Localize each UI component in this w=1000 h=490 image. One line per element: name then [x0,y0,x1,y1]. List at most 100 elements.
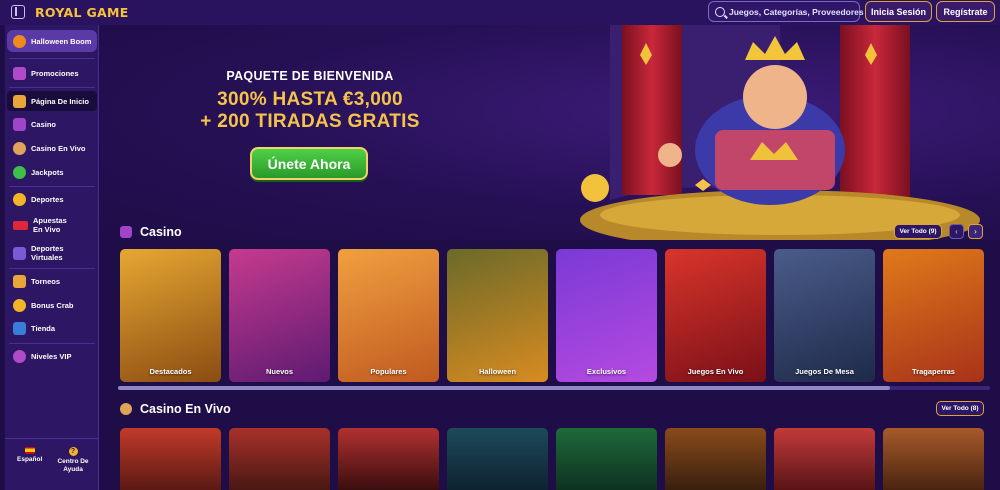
live-game-card[interactable] [883,428,984,490]
view-all-label: Ver Todo [941,405,969,412]
category-art [556,249,657,382]
virtual-sports-icon [13,246,26,260]
sidebar-item-halloween-boom[interactable]: Halloween Boom [7,30,97,52]
category-card-halloween[interactable]: Halloween [447,249,548,382]
top-header: ROYAL GAME Juegos, Categorías, Proveedor… [0,0,1000,25]
category-art [774,249,875,382]
category-label: Juegos En Vivo [687,367,744,376]
casino-view-all-button[interactable]: Ver Todo (9) [894,224,942,239]
sidebar-item-bonus-crab[interactable]: Bonus Crab [7,298,97,312]
sidebar-item-label: Deportes Virtuales [31,244,64,262]
divider [9,186,95,187]
soccer-ball-icon [13,192,26,206]
hero-banner[interactable]: PAQUETE DE BIENVENIDA 300% HASTA €3,000 … [100,25,1000,240]
live-game-card[interactable] [229,428,330,490]
live-game-card[interactable] [774,428,875,490]
category-card-exclusivos[interactable]: Exclusivos [556,249,657,382]
dealer-icon [120,403,132,415]
view-all-count: (8) [970,405,979,412]
slot-machine-icon [13,117,26,131]
sidebar-item-label: Niveles VIP [31,351,72,361]
sidebar-item-niveles-vip[interactable]: Niveles VIP [7,349,97,363]
search-input[interactable]: Juegos, Categorías, Proveedores [708,1,864,22]
category-label: Tragaperras [912,367,955,376]
help-center-link[interactable]: ? Centro De Ayuda [53,447,93,473]
category-card-juegos-en-vivo[interactable]: Juegos En Vivo [665,249,766,382]
divider [9,343,95,344]
category-card-nuevos[interactable]: Nuevos [229,249,330,382]
category-card-tragaperras[interactable]: Tragaperras [883,249,984,382]
live-game-card[interactable] [338,428,439,490]
sidebar-item-torneos[interactable]: Torneos [7,274,97,288]
hero-kicker: PAQUETE DE BIENVENIDA [226,69,394,83]
casino-section-title: Casino [140,225,182,239]
sidebar-item-label: Jackpots [31,167,64,177]
sidebar-item-label: Halloween Boom [31,36,92,46]
category-art [120,249,221,382]
sidebar-item-label: Apuestas En Vivo [33,216,67,234]
sidebar-item-pagina-de-inicio[interactable]: Página De Inicio [7,91,97,111]
sidebar-footer: Español ? Centro De Ayuda [5,438,99,490]
carousel-scrollbar[interactable] [118,386,990,390]
carousel-prev-arrow-icon[interactable]: ‹ [949,224,964,239]
login-button[interactable]: Inicia Sesión [865,1,932,22]
sidebar-item-casino-en-vivo[interactable]: Casino En Vivo [7,141,97,155]
join-now-button[interactable]: Únete Ahora [250,147,368,180]
category-label: Exclusivos [586,367,627,376]
category-label: Populares [370,367,407,376]
sidebar-item-deportes-virtuales[interactable]: Deportes Virtuales [7,243,97,263]
language-label: Español [17,456,43,463]
category-label: Destacados [149,367,192,376]
sidebar-toggle-icon[interactable] [11,5,25,19]
help-label: Centro De Ayuda [57,458,89,473]
sidebar-item-label: Casino En Vivo [31,143,86,153]
crab-claw-icon [13,298,26,312]
king-mascot-illustration [580,25,980,240]
gift-icon [13,66,26,80]
sidebar-item-jackpots[interactable]: Jackpots [7,165,97,179]
scrollbar-thumb[interactable] [118,386,890,390]
category-card-destacados[interactable]: Destacados [120,249,221,382]
category-art [229,249,330,382]
hero-offer-line1: 300% HASTA €3,000 [217,89,403,110]
sidebar-item-casino[interactable]: Casino [7,117,97,131]
register-button[interactable]: Regístrate [936,1,995,22]
live-casino-section-title: Casino En Vivo [140,402,231,416]
category-label: Nuevos [265,367,294,376]
sidebar-item-tienda[interactable]: Tienda [7,321,97,335]
dealer-icon [13,141,26,155]
category-art [883,249,984,382]
sidebar-item-label: Promociones [31,68,79,78]
sidebar-item-apuestas-en-vivo[interactable]: Apuestas En Vivo [7,215,97,235]
site-logo[interactable]: ROYAL GAME [35,5,129,20]
sidebar-item-label: Tienda [31,323,56,333]
home-icon [13,94,26,108]
sidebar: Halloween Boom Promociones Página De Ini… [5,25,99,490]
sidebar-item-deportes[interactable]: Deportes [7,192,97,206]
live-badge-icon [13,220,28,230]
live-game-card[interactable] [556,428,657,490]
divider [9,87,95,88]
clover-icon [13,165,26,179]
live-game-card[interactable] [447,428,548,490]
sidebar-item-label: Página De Inicio [31,96,89,106]
view-all-label: Ver Todo [899,228,927,235]
search-icon [715,6,725,17]
carousel-next-arrow-icon[interactable]: › [968,224,983,239]
sidebar-item-promociones[interactable]: Promociones [7,66,97,80]
divider [9,268,95,269]
slot-machine-icon [120,226,132,238]
live-casino-view-all-button[interactable]: Ver Todo (8) [936,401,984,416]
live-game-card[interactable] [665,428,766,490]
casino-section-header: Casino [120,225,182,239]
divider [9,58,95,59]
hero-offer-line2: + 200 TIRADAS GRATIS [200,111,420,132]
language-selector[interactable]: Español [17,447,42,464]
category-art [338,249,439,382]
spain-flag-icon [24,447,35,454]
category-card-juegos-de-mesa[interactable]: Juegos De Mesa [774,249,875,382]
live-game-card[interactable] [120,428,221,490]
sidebar-item-label: Casino [31,119,57,129]
category-card-populares[interactable]: Populares [338,249,439,382]
category-art [447,249,548,382]
